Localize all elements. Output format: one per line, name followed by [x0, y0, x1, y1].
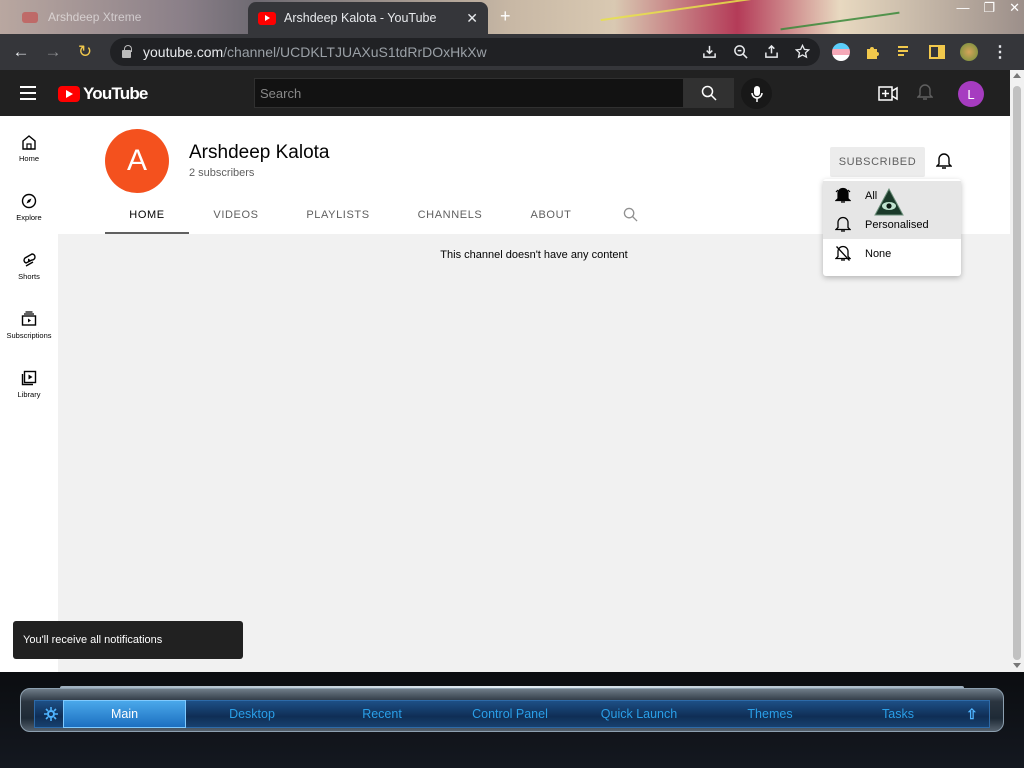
- search-box: [254, 78, 684, 108]
- sidebar-item-label: Library: [17, 390, 41, 399]
- inactive-tab[interactable]: Arshdeep Xtreme: [6, 4, 246, 30]
- channel-avatar[interactable]: A: [105, 129, 169, 193]
- create-video-icon[interactable]: [878, 86, 898, 101]
- bell-outline-icon: [835, 216, 851, 232]
- sidebar-item-explore[interactable]: Explore: [0, 193, 58, 222]
- mini-guide-sidebar: Home Explore Shorts Subscriptions Librar…: [0, 116, 58, 672]
- subscribed-button[interactable]: SUBSCRIBED: [830, 147, 925, 177]
- scroll-up-icon[interactable]: [1013, 73, 1021, 78]
- forward-icon[interactable]: →: [42, 41, 64, 63]
- youtube-header: YouTube L: [0, 70, 1010, 116]
- sidebar-item-label: Subscriptions: [6, 331, 52, 340]
- menu-dots-icon[interactable]: ⋮: [992, 42, 1008, 62]
- profile-avatar-icon[interactable]: [960, 43, 978, 61]
- back-icon[interactable]: ←: [10, 41, 32, 63]
- subscriptions-icon: [21, 311, 37, 326]
- youtube-favicon-icon: [22, 11, 38, 23]
- flag-extension-icon[interactable]: [832, 43, 850, 61]
- youtube-logo[interactable]: YouTube: [58, 84, 148, 104]
- channel-name: Arshdeep Kalota: [189, 142, 330, 163]
- dock-item-tasks[interactable]: Tasks: [838, 700, 958, 728]
- sidebar-item-shorts[interactable]: Shorts: [0, 252, 58, 281]
- url-text: youtube.com/channel/UCDKLTJUAXuS1tdRrDOx…: [143, 44, 487, 60]
- notification-toast: You'll receive all notifications: [13, 621, 243, 659]
- notification-bell-icon[interactable]: [936, 152, 952, 170]
- bookmark-star-icon[interactable]: [795, 44, 810, 59]
- youtube-favicon-icon: [258, 11, 276, 25]
- lock-icon: [122, 44, 132, 58]
- media-list-icon[interactable]: [896, 43, 914, 61]
- window-controls: — ❐ ✕: [956, 0, 1020, 16]
- search-button[interactable]: [684, 78, 734, 108]
- share-icon[interactable]: [764, 44, 779, 59]
- sidepanel-icon[interactable]: [928, 43, 946, 61]
- restore-icon[interactable]: ❐: [983, 0, 995, 16]
- hamburger-menu-icon[interactable]: [20, 86, 36, 104]
- sidebar-item-label: Explore: [16, 213, 42, 222]
- sidebar-item-label: Home: [18, 154, 39, 163]
- tab-playlists[interactable]: PLAYLISTS: [283, 202, 393, 234]
- youtube-play-icon: [58, 86, 80, 102]
- extension-icons: ⋮: [832, 42, 1008, 62]
- tab-about[interactable]: ABOUT: [507, 202, 595, 234]
- browser-tab-strip: Arshdeep Xtreme Arshdeep Kalota - YouTub…: [0, 0, 1024, 34]
- minimize-icon[interactable]: —: [956, 0, 969, 16]
- tab-channels[interactable]: CHANNELS: [393, 202, 507, 234]
- dock-item-control-panel[interactable]: Control Panel: [450, 700, 570, 728]
- voice-search-button[interactable]: [741, 78, 772, 109]
- notifications-icon[interactable]: [917, 83, 933, 101]
- user-avatar[interactable]: L: [958, 81, 984, 107]
- sidebar-item-subscriptions[interactable]: Subscriptions: [0, 311, 58, 340]
- dock-item-quick-launch[interactable]: Quick Launch: [579, 700, 699, 728]
- puzzle-icon[interactable]: [864, 43, 882, 61]
- channel-search-icon[interactable]: [623, 207, 638, 222]
- address-bar[interactable]: youtube.com/channel/UCDKLTJUAXuS1tdRrDOx…: [110, 38, 820, 66]
- toast-message: You'll receive all notifications: [23, 634, 163, 646]
- close-window-icon[interactable]: ✕: [1009, 0, 1020, 16]
- tab-home[interactable]: HOME: [105, 202, 189, 234]
- microphone-icon: [750, 85, 763, 102]
- shorts-icon: [23, 253, 36, 267]
- new-tab-button[interactable]: +: [500, 6, 511, 27]
- sidebar-item-label: Shorts: [18, 272, 40, 281]
- close-tab-icon[interactable]: ✕: [466, 10, 478, 27]
- dock-item-desktop[interactable]: Desktop: [192, 700, 312, 728]
- dock-item-main[interactable]: Main: [63, 700, 186, 728]
- home-icon: [22, 135, 36, 150]
- scroll-down-icon[interactable]: [1013, 663, 1021, 668]
- sidebar-item-home[interactable]: Home: [0, 134, 58, 163]
- notify-none-option[interactable]: None: [823, 239, 961, 268]
- subscriber-count: 2 subscribers: [189, 167, 255, 179]
- launcher-dock: Main Desktop Recent Control Panel Quick …: [0, 672, 1024, 768]
- dock-expand-icon[interactable]: ⇧: [966, 706, 978, 723]
- reload-icon[interactable]: ↻: [74, 41, 96, 63]
- search-icon: [701, 85, 717, 101]
- zoom-icon[interactable]: [733, 44, 748, 59]
- active-tab[interactable]: Arshdeep Kalota - YouTube ✕: [248, 2, 488, 34]
- dock-item-recent[interactable]: Recent: [322, 700, 442, 728]
- library-icon: [21, 370, 37, 386]
- install-icon[interactable]: [702, 44, 717, 59]
- search-input[interactable]: [260, 85, 683, 101]
- sidebar-item-library[interactable]: Library: [0, 370, 58, 399]
- bell-filled-icon: [835, 187, 851, 203]
- tab-videos[interactable]: VIDEOS: [189, 202, 283, 234]
- active-tab-title: Arshdeep Kalota - YouTube: [284, 11, 437, 25]
- bell-off-icon: [835, 245, 851, 261]
- compass-icon: [21, 193, 37, 209]
- page-scrollbar[interactable]: [1010, 70, 1024, 672]
- mouse-cursor-icon: [874, 187, 904, 216]
- dock-item-themes[interactable]: Themes: [710, 700, 830, 728]
- scrollbar-thumb[interactable]: [1013, 86, 1021, 660]
- gear-icon[interactable]: [44, 707, 58, 721]
- channel-tabs: HOME VIDEOS PLAYLISTS CHANNELS ABOUT: [105, 202, 595, 234]
- inactive-tab-title: Arshdeep Xtreme: [48, 10, 142, 24]
